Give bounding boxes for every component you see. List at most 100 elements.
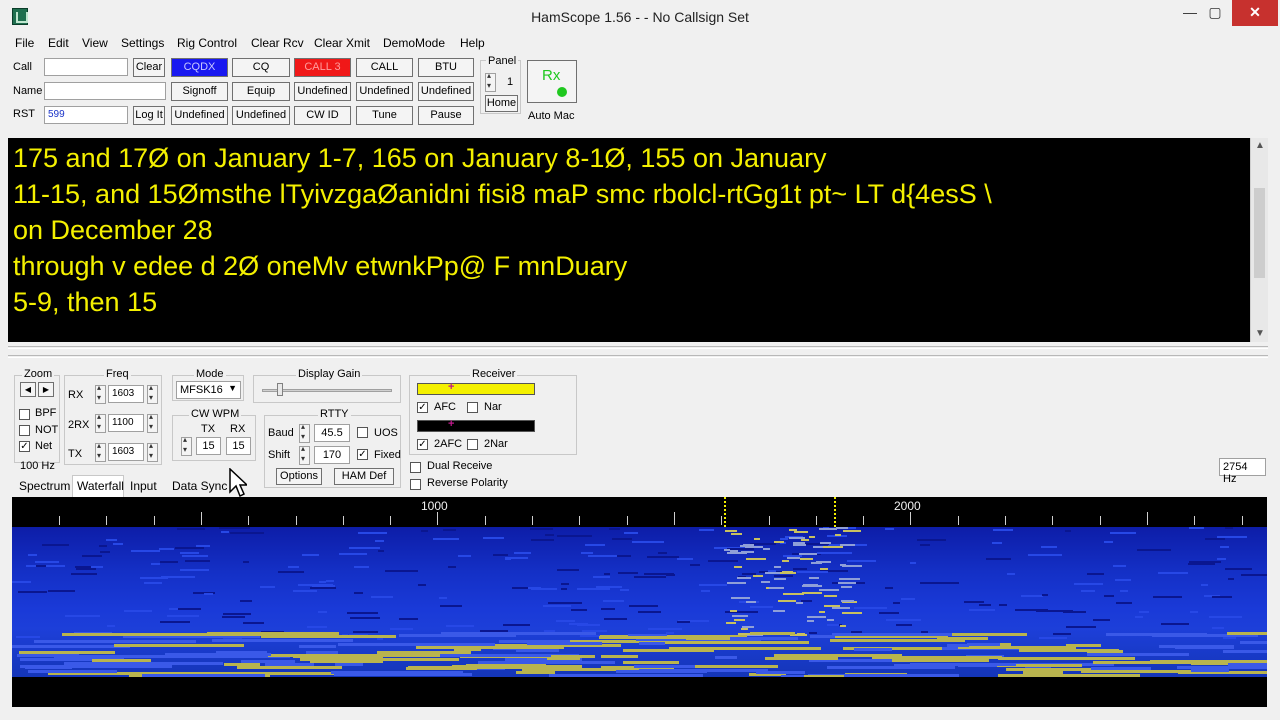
menu-rig-control[interactable]: Rig Control — [177, 36, 237, 50]
waterfall-noise — [809, 632, 817, 634]
receiver-tuning-bar[interactable]: + — [417, 381, 535, 395]
macro-cw-id-button[interactable]: CW ID — [294, 106, 351, 125]
rx2-freq-spinner[interactable] — [95, 412, 106, 433]
2afc-label: 2AFC — [434, 438, 463, 450]
tx-freq-spinner[interactable] — [95, 441, 106, 462]
menu-clear-rcv[interactable]: Clear Rcv — [251, 36, 304, 50]
waterfall-noise — [12, 581, 31, 583]
net-checkbox[interactable]: ✓ — [19, 441, 30, 452]
waterfall-noise — [593, 576, 610, 578]
waterfall-band — [854, 648, 892, 651]
home-button[interactable]: Home — [485, 95, 518, 112]
macro-call-button[interactable]: CALL — [356, 58, 413, 77]
rx-button[interactable]: Rx — [527, 60, 577, 103]
macro-call3-button[interactable]: CALL 3 — [294, 58, 351, 77]
menu-help[interactable]: Help — [460, 36, 485, 50]
rx-freq-spinner-fine[interactable] — [147, 383, 158, 404]
call-input[interactable] — [44, 58, 128, 76]
rx2-freq-spinner-fine[interactable] — [147, 412, 158, 433]
waterfall-band — [1223, 650, 1267, 653]
macro-pause-button[interactable]: Pause — [418, 106, 474, 125]
baud-spinner[interactable] — [299, 422, 310, 443]
baud-input[interactable]: 45.5 — [314, 424, 350, 442]
tab-data-sync[interactable]: Data Sync — [172, 479, 227, 493]
2nar-checkbox[interactable] — [467, 439, 478, 450]
rst-input[interactable]: 599 — [44, 106, 128, 124]
macro-undefined-button[interactable]: Undefined — [171, 106, 228, 125]
options-button[interactable]: Options — [276, 468, 322, 485]
cw-wpm-spinner[interactable] — [181, 435, 192, 456]
not-checkbox[interactable] — [19, 425, 30, 436]
tab-input[interactable]: Input — [130, 479, 157, 493]
close-button[interactable]: ✕ — [1232, 0, 1278, 26]
splitter[interactable] — [8, 355, 1268, 358]
shift-input[interactable]: 170 — [314, 446, 350, 464]
auto-mac-label[interactable]: Auto Mac — [528, 110, 574, 122]
rx-freq-spinner[interactable] — [95, 383, 106, 404]
panel-spinner[interactable] — [485, 71, 496, 92]
waterfall-noise — [531, 539, 554, 541]
reverse-polarity-checkbox[interactable] — [410, 479, 421, 490]
zoom-right-icon[interactable]: ▶ — [38, 382, 54, 397]
mode-select[interactable]: MFSK16 ▼ — [176, 381, 241, 399]
receive-text-pane[interactable]: 175 and 17Ø on January 1-7, 165 on Janua… — [8, 138, 1250, 342]
waterfall-noise — [609, 528, 620, 530]
receiver-tuning-bar-2[interactable]: + — [417, 418, 535, 432]
macro-undefined-button[interactable]: Undefined — [356, 82, 413, 101]
waterfall-display[interactable] — [12, 527, 1267, 677]
log-it-button[interactable]: Log It — [133, 106, 165, 125]
rx-freq-input[interactable]: 1603 — [108, 385, 144, 403]
tab-spectrum[interactable]: Spectrum — [19, 479, 70, 493]
name-label: Name — [13, 85, 43, 97]
clear-button[interactable]: Clear — [133, 58, 165, 77]
splitter[interactable] — [8, 346, 1268, 349]
tx-freq-input[interactable]: 1603 — [108, 443, 144, 461]
macro-signoff-button[interactable]: Signoff — [171, 82, 228, 101]
menu-settings[interactable]: Settings — [121, 36, 164, 50]
waterfall-signal — [839, 578, 860, 580]
scroll-down-icon[interactable]: ▼ — [1255, 328, 1265, 339]
receive-scrollbar[interactable]: ▲ ▼ — [1250, 138, 1268, 342]
menu-demomode[interactable]: DemoMode — [383, 36, 445, 50]
macro-equip-button[interactable]: Equip — [232, 82, 290, 101]
waterfall-noise — [106, 539, 117, 541]
macro-btu-button[interactable]: BTU — [418, 58, 474, 77]
shift-spinner[interactable] — [299, 444, 310, 465]
ham-def-button[interactable]: HAM Def — [334, 468, 394, 485]
waterfall-noise — [708, 560, 738, 562]
macro-cqdx-button[interactable]: CQDX — [171, 58, 228, 77]
name-input[interactable] — [44, 82, 166, 100]
zoom-left-icon[interactable]: ◀ — [20, 382, 36, 397]
cw-rx-input[interactable]: 15 — [226, 437, 251, 455]
waterfall-signal — [746, 601, 756, 603]
afc-checkbox[interactable]: ✓ — [417, 402, 428, 413]
waterfall-band — [411, 654, 440, 657]
macro-undefined-button[interactable]: Undefined — [294, 82, 351, 101]
menu-view[interactable]: View — [82, 36, 108, 50]
tx-freq-spinner-fine[interactable] — [147, 441, 158, 462]
fixed-checkbox[interactable]: ✓ — [357, 449, 368, 460]
menu-clear-xmit[interactable]: Clear Xmit — [314, 36, 370, 50]
dual-receive-checkbox[interactable] — [410, 462, 421, 473]
chevron-down-icon[interactable]: ▼ — [228, 383, 237, 393]
macro-cq-button[interactable]: CQ — [232, 58, 290, 77]
maximize-button[interactable]: ▢ — [1198, 0, 1232, 26]
2afc-checkbox[interactable]: ✓ — [417, 439, 428, 450]
uos-checkbox[interactable] — [357, 427, 368, 438]
display-gain-slider[interactable] — [276, 383, 283, 396]
scroll-up-icon[interactable]: ▲ — [1255, 140, 1265, 151]
tab-waterfall[interactable]: Waterfall — [72, 475, 124, 497]
menu-edit[interactable]: Edit — [48, 36, 69, 50]
rx2-freq-input[interactable]: 1100 — [108, 414, 144, 432]
scroll-thumb[interactable] — [1254, 188, 1265, 278]
macro-undefined-button[interactable]: Undefined — [232, 106, 290, 125]
macro-tune-button[interactable]: Tune — [356, 106, 413, 125]
frequency-scale[interactable]: 1000 2000 — [12, 497, 1267, 527]
macro-undefined-button[interactable]: Undefined — [418, 82, 474, 101]
menu-file[interactable]: File — [15, 36, 34, 50]
bpf-checkbox[interactable] — [19, 409, 30, 420]
nar-checkbox[interactable] — [467, 402, 478, 413]
waterfall-noise — [458, 555, 471, 557]
waterfall-band — [441, 632, 596, 635]
cw-tx-input[interactable]: 15 — [196, 437, 221, 455]
